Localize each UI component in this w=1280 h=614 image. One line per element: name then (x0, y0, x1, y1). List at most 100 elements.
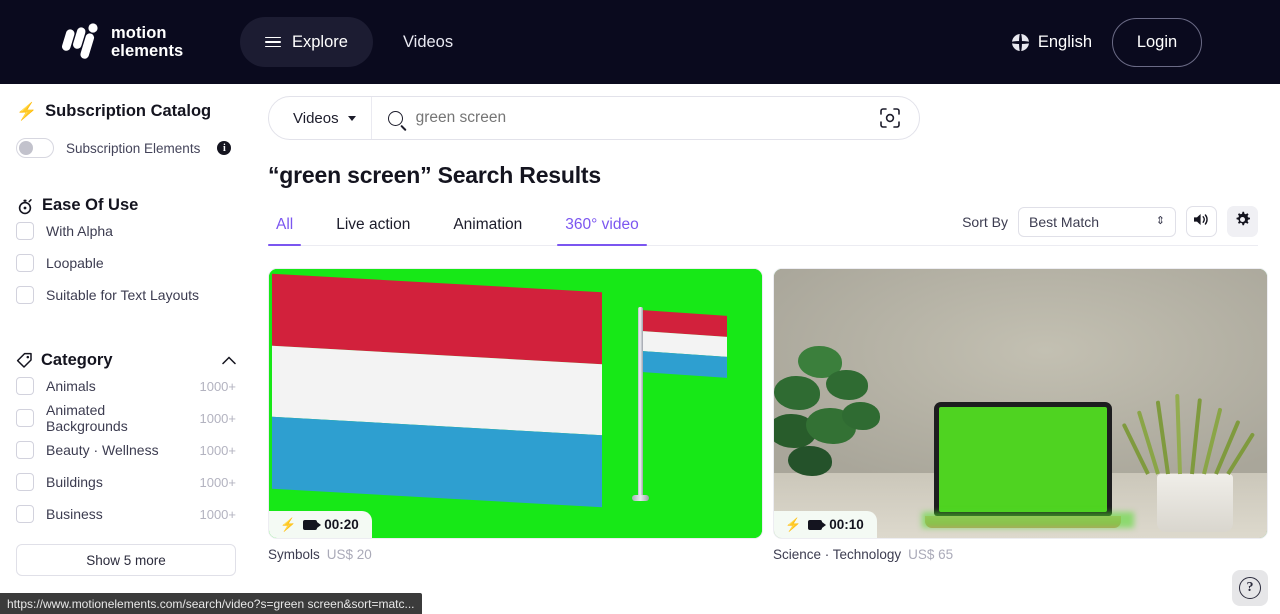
category-animated-backgrounds[interactable]: Animated Backgrounds 1000+ (16, 402, 236, 434)
tab-label: All (276, 216, 294, 233)
result-category[interactable]: Science · Technology (773, 547, 901, 562)
lightning-bolt-icon: ⚡ (16, 102, 38, 121)
hamburger-menu-icon (265, 36, 281, 48)
tab-label: 360° video (565, 216, 639, 233)
flag-green-screen-artwork (269, 269, 762, 538)
chevron-down-icon (347, 115, 356, 121)
switch-knob (19, 140, 33, 155)
checkbox[interactable] (16, 254, 34, 272)
result-category[interactable]: Symbols (268, 547, 320, 562)
search-input[interactable] (415, 109, 877, 127)
duration-badge: ⚡ 00:20 (269, 511, 372, 538)
checkbox[interactable] (16, 286, 34, 304)
checkbox[interactable] (16, 505, 34, 523)
result-price: US$ 65 (908, 547, 954, 562)
stopwatch-icon (16, 197, 34, 215)
subscription-elements-switch[interactable] (16, 138, 54, 158)
subscription-catalog-header: ⚡ Subscription Catalog (16, 102, 236, 121)
checkbox[interactable] (16, 441, 34, 459)
language-selector[interactable]: English (1011, 32, 1092, 52)
filter-label: Suitable for Text Layouts (46, 287, 200, 303)
category-animals[interactable]: Animals 1000+ (16, 370, 236, 402)
category-count: 1000+ (199, 378, 236, 394)
logo-line-2: elements (111, 42, 184, 60)
category-label: Animals (46, 378, 96, 394)
checkbox[interactable] (16, 409, 34, 427)
filters-sidebar: ⚡ Subscription Catalog Subscription Elem… (0, 84, 252, 614)
question-mark-icon: ? (1239, 577, 1261, 599)
category-title: Category (41, 351, 113, 369)
nav-item-videos-label: Videos (402, 32, 454, 51)
sort-updown-icon: ⇕ (1155, 215, 1165, 227)
nav-item-videos[interactable]: Videos (403, 33, 453, 52)
monstera-plant-graphic (774, 336, 918, 486)
logo-line-1: motion (111, 24, 167, 42)
explore-button-label: Explore (292, 32, 348, 51)
tab-360-video[interactable]: 360° video (557, 216, 648, 247)
lightning-bolt-icon: ⚡ (785, 516, 802, 532)
category-beauty-wellness[interactable]: Beauty · Wellness 1000+ (16, 434, 236, 466)
show-more-categories-button[interactable]: Show 5 more (16, 544, 236, 576)
duration-badge: ⚡ 00:10 (774, 511, 877, 538)
subscription-elements-toggle-row[interactable]: Subscription Elements i (16, 138, 236, 158)
checkbox[interactable] (16, 377, 34, 395)
category-count: 1000+ (199, 474, 236, 490)
login-button[interactable]: Login (1112, 17, 1202, 67)
duration-text: 00:10 (829, 517, 864, 532)
category-label: Business (46, 506, 103, 522)
status-bar-url: https://www.motionelements.com/search/vi… (0, 593, 422, 614)
checkbox[interactable] (16, 473, 34, 491)
subscription-catalog-title: Subscription Catalog (45, 102, 212, 120)
checkbox[interactable] (16, 222, 34, 240)
search-bar: Videos (268, 96, 920, 140)
top-navigation-bar: motion elements Explore Videos English L… (0, 0, 1280, 84)
filter-with-alpha[interactable]: With Alpha (16, 215, 236, 247)
category-count: 1000+ (199, 506, 236, 522)
lightning-bolt-icon: ⚡ (280, 516, 297, 532)
info-icon[interactable]: i (217, 141, 232, 155)
sort-by-label: Sort By (962, 213, 1008, 230)
results-grid: ⚡ 00:20 Symbols US$ 20 ⚡ 00:10 Science ·… (268, 268, 1268, 562)
tab-live-action[interactable]: Live action (328, 216, 418, 245)
category-count: 1000+ (199, 442, 236, 458)
laptop-lid (934, 402, 1112, 516)
tab-label: Live action (336, 216, 411, 233)
motionelements-logo-icon (62, 19, 108, 65)
result-card[interactable]: ⚡ 00:20 Symbols US$ 20 (268, 268, 763, 562)
site-logo[interactable]: motion elements (62, 16, 202, 68)
tab-all[interactable]: All (268, 216, 302, 247)
language-label: English (1037, 32, 1092, 51)
category-buildings[interactable]: Buildings 1000+ (16, 466, 236, 498)
search-type-dropdown[interactable]: Videos (269, 97, 372, 139)
result-thumbnail[interactable]: ⚡ 00:10 (773, 268, 1268, 539)
tag-icon (16, 352, 33, 369)
ease-of-use-header: Ease Of Use (16, 196, 236, 215)
sound-toggle-button[interactable] (1186, 206, 1217, 237)
result-thumbnail[interactable]: ⚡ 00:20 (268, 268, 763, 539)
settings-button[interactable] (1227, 206, 1258, 237)
category-label: Beauty · Wellness (46, 442, 159, 458)
visual-search-icon[interactable] (877, 105, 903, 131)
filter-suitable-for-text-layouts[interactable]: Suitable for Text Layouts (16, 279, 236, 311)
large-flag-graphic (272, 273, 602, 508)
category-header[interactable]: Category (16, 351, 236, 370)
page-body: ⚡ Subscription Catalog Subscription Elem… (0, 84, 1280, 614)
sort-controls: Sort By Best Match ⇕ (962, 206, 1258, 245)
laptop-graphic (922, 402, 1134, 528)
nav-right-group: English Login (1011, 17, 1202, 67)
explore-button[interactable]: Explore (240, 17, 373, 67)
sort-by-select[interactable]: Best Match ⇕ (1018, 206, 1176, 237)
potted-grass-graphic (1121, 390, 1256, 532)
laptop-desk-artwork (774, 269, 1267, 538)
result-card[interactable]: ⚡ 00:10 Science · Technology US$ 65 (773, 268, 1268, 562)
category-business[interactable]: Business 1000+ (16, 498, 236, 530)
small-flag-graphic (643, 310, 727, 378)
globe-icon (1011, 33, 1029, 51)
result-meta: Science · Technology US$ 65 (773, 547, 1268, 562)
main-content: Videos “green screen” Search Results (252, 84, 1280, 614)
speaker-icon (1193, 212, 1210, 232)
chevron-up-icon[interactable] (222, 351, 236, 370)
tab-animation[interactable]: Animation (445, 216, 530, 245)
help-button[interactable]: ? (1232, 570, 1268, 606)
filter-loopable[interactable]: Loopable (16, 247, 236, 279)
